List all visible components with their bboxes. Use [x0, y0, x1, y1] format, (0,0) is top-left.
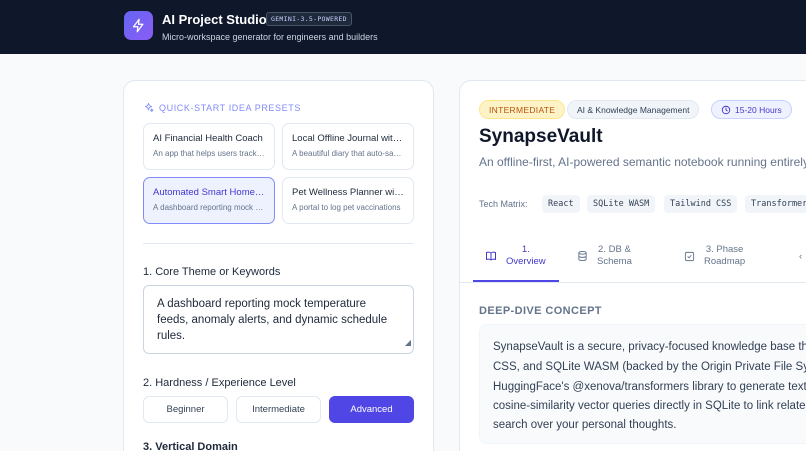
concept-line: search over your personal thoughts.	[493, 419, 677, 431]
preset-card[interactable]: Pet Wellness Planner with AI A portal to…	[282, 177, 414, 224]
tab-scroll-icon[interactable]: ‹	[799, 251, 802, 262]
level-label: 2. Hardness / Experience Level	[143, 377, 296, 389]
top-bar	[0, 0, 806, 54]
lightning-icon	[132, 18, 144, 33]
preset-card-selected[interactable]: Automated Smart Home Hub A dashboard rep…	[143, 177, 275, 224]
preset-desc: A beautiful diary that auto-saves locall…	[292, 149, 404, 158]
tab-label: 3. Phase Roadmap	[704, 244, 746, 267]
preset-title: Pet Wellness Planner with AI	[292, 187, 404, 198]
preset-title: AI Financial Health Coach	[153, 133, 263, 144]
theme-value: A dashboard reporting mock temperature f…	[157, 298, 388, 342]
concept-heading: DEEP-DIVE CONCEPT	[479, 305, 602, 317]
tab-label: 1. Overview	[506, 244, 546, 267]
project-title: SynapseVault	[479, 126, 603, 147]
concept-line: HuggingFace's @xenova/transformers libra…	[493, 381, 806, 393]
tech-chip: React	[542, 195, 580, 213]
domain-label: 3. Vertical Domain	[143, 441, 238, 451]
tab-label: 2. DB & Schema	[597, 244, 632, 267]
presets-heading: QUICK-START IDEA PRESETS	[143, 102, 301, 113]
theme-textarea[interactable]: A dashboard reporting mock temperature f…	[143, 285, 414, 354]
level-beginner-button[interactable]: Beginner	[143, 396, 228, 423]
tech-chip: SQLite WASM	[587, 195, 656, 213]
level-advanced-button[interactable]: Advanced	[329, 396, 414, 423]
concept-line: cosine-similarity vector queries directl…	[493, 400, 806, 412]
checkbox-icon	[684, 251, 695, 261]
difficulty-badge: INTERMEDIATE	[479, 100, 566, 119]
tech-label: Tech Matrix:	[479, 199, 528, 209]
database-icon	[578, 250, 587, 262]
tab-overview[interactable]: 1. Overview	[485, 244, 546, 268]
tab-db-schema[interactable]: 2. DB & Schema	[577, 244, 632, 268]
app-logo	[124, 11, 153, 40]
level-intermediate-button[interactable]: Intermediate	[236, 396, 321, 423]
concept-line: CSS, and SQLite WASM (backed by the Orig…	[493, 361, 806, 373]
tabs-divider	[460, 282, 806, 283]
resize-handle-icon[interactable]: ◢	[405, 335, 411, 351]
presets-title: QUICK-START IDEA PRESETS	[159, 102, 301, 113]
tech-chip: Transformers	[745, 195, 806, 213]
time-badge: 15-20 Hours	[711, 100, 792, 119]
preset-desc: A portal to log pet vaccinations	[292, 203, 401, 212]
preset-desc: An app that helps users track their spen…	[153, 149, 265, 158]
tab-phase-roadmap[interactable]: 3. Phase Roadmap	[684, 244, 745, 268]
domain-badge: AI & Knowledge Management	[567, 100, 700, 119]
theme-label: 1. Core Theme or Keywords	[143, 266, 281, 278]
clock-icon	[721, 105, 731, 114]
preset-card[interactable]: Local Offline Journal with AI A beautifu…	[282, 123, 414, 170]
divider	[143, 243, 414, 244]
project-tagline: An offline-first, AI-powered semantic no…	[479, 155, 806, 169]
sparkles-icon	[144, 102, 154, 113]
preset-title: Local Offline Journal with AI	[292, 133, 404, 144]
preset-desc: A dashboard reporting mock temperature f…	[153, 203, 265, 212]
preset-title: Automated Smart Home Hub	[153, 187, 265, 198]
time-value: 15-20 Hours	[735, 104, 782, 115]
concept-line: SynapseVault is a secure, privacy-focuse…	[493, 341, 806, 353]
app-subtitle: Micro-workspace generator for engineers …	[162, 32, 378, 42]
tech-chip: Tailwind CSS	[664, 195, 738, 213]
book-icon	[486, 251, 496, 261]
model-badge: GEMINI-3.5-POWERED	[266, 12, 352, 26]
app-title: AI Project Studio	[162, 12, 267, 27]
preset-card[interactable]: AI Financial Health Coach An app that he…	[143, 123, 275, 170]
